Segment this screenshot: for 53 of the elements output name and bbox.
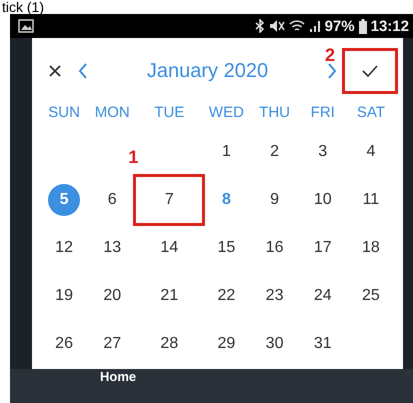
day-button[interactable]: 29 bbox=[210, 328, 242, 360]
day-button[interactable]: 24 bbox=[306, 280, 339, 312]
day-button[interactable]: 16 bbox=[258, 232, 291, 264]
day-button[interactable]: 4 bbox=[354, 136, 387, 168]
checkmark-icon bbox=[362, 65, 378, 77]
day-button[interactable]: 19 bbox=[48, 280, 80, 312]
caption-text: tick (1) bbox=[1, 0, 45, 14]
chevron-right-icon bbox=[327, 62, 337, 80]
weekday-label: THU bbox=[258, 103, 291, 123]
day-button[interactable]: 1 bbox=[210, 136, 242, 168]
callout-number: 1 bbox=[128, 147, 138, 168]
mute-icon bbox=[268, 19, 285, 33]
battery-percent: 97% bbox=[324, 18, 355, 34]
day-button[interactable]: 21 bbox=[153, 280, 186, 312]
weekday-label: WED bbox=[208, 103, 245, 123]
day-button[interactable]: 25 bbox=[354, 280, 387, 312]
day-button[interactable]: 23 bbox=[258, 280, 291, 312]
day-button[interactable]: 26 bbox=[48, 328, 80, 360]
weekday-label: SAT bbox=[356, 103, 386, 123]
day-button[interactable]: 10 bbox=[306, 184, 339, 216]
weekday-label: TUE bbox=[153, 103, 186, 123]
day-button[interactable]: 11 bbox=[354, 184, 387, 216]
home-label: Home bbox=[100, 369, 136, 384]
day-button[interactable]: 18 bbox=[354, 232, 387, 264]
image-icon bbox=[18, 19, 34, 33]
day-button[interactable]: 20 bbox=[96, 280, 128, 312]
day-button[interactable]: 15 bbox=[210, 232, 242, 264]
weekday-label: MON bbox=[94, 103, 131, 123]
day-button[interactable]: 31 bbox=[306, 328, 339, 360]
callout-number: 2 bbox=[325, 45, 336, 66]
weekday-label: FRI bbox=[310, 103, 336, 123]
day-button[interactable]: 30 bbox=[258, 328, 291, 360]
chevron-left-icon bbox=[78, 62, 88, 80]
day-button[interactable]: 2 bbox=[258, 136, 291, 168]
day-button[interactable]: 14 bbox=[153, 232, 186, 264]
day-button[interactable]: 9 bbox=[258, 184, 291, 216]
day-button[interactable]: 22 bbox=[210, 280, 242, 312]
month-title: January 2020 bbox=[146, 60, 270, 82]
day-button[interactable]: 12 bbox=[48, 232, 80, 264]
day-button[interactable]: 27 bbox=[96, 328, 128, 360]
signal-icon bbox=[308, 19, 321, 33]
bluetooth-icon bbox=[254, 19, 265, 33]
wifi-icon bbox=[288, 19, 305, 33]
day-button[interactable]: 17 bbox=[306, 232, 339, 264]
day-button[interactable]: 7 bbox=[136, 177, 202, 223]
day-button[interactable]: 6 bbox=[96, 184, 128, 216]
battery-icon bbox=[358, 18, 367, 34]
weekday-label: SUN bbox=[47, 103, 81, 123]
day-button[interactable]: 28 bbox=[153, 328, 186, 360]
close-icon bbox=[48, 64, 62, 78]
day-button[interactable]: 3 bbox=[306, 136, 339, 168]
status-time: 13:12 bbox=[370, 18, 409, 34]
day-button[interactable]: 13 bbox=[96, 232, 128, 264]
